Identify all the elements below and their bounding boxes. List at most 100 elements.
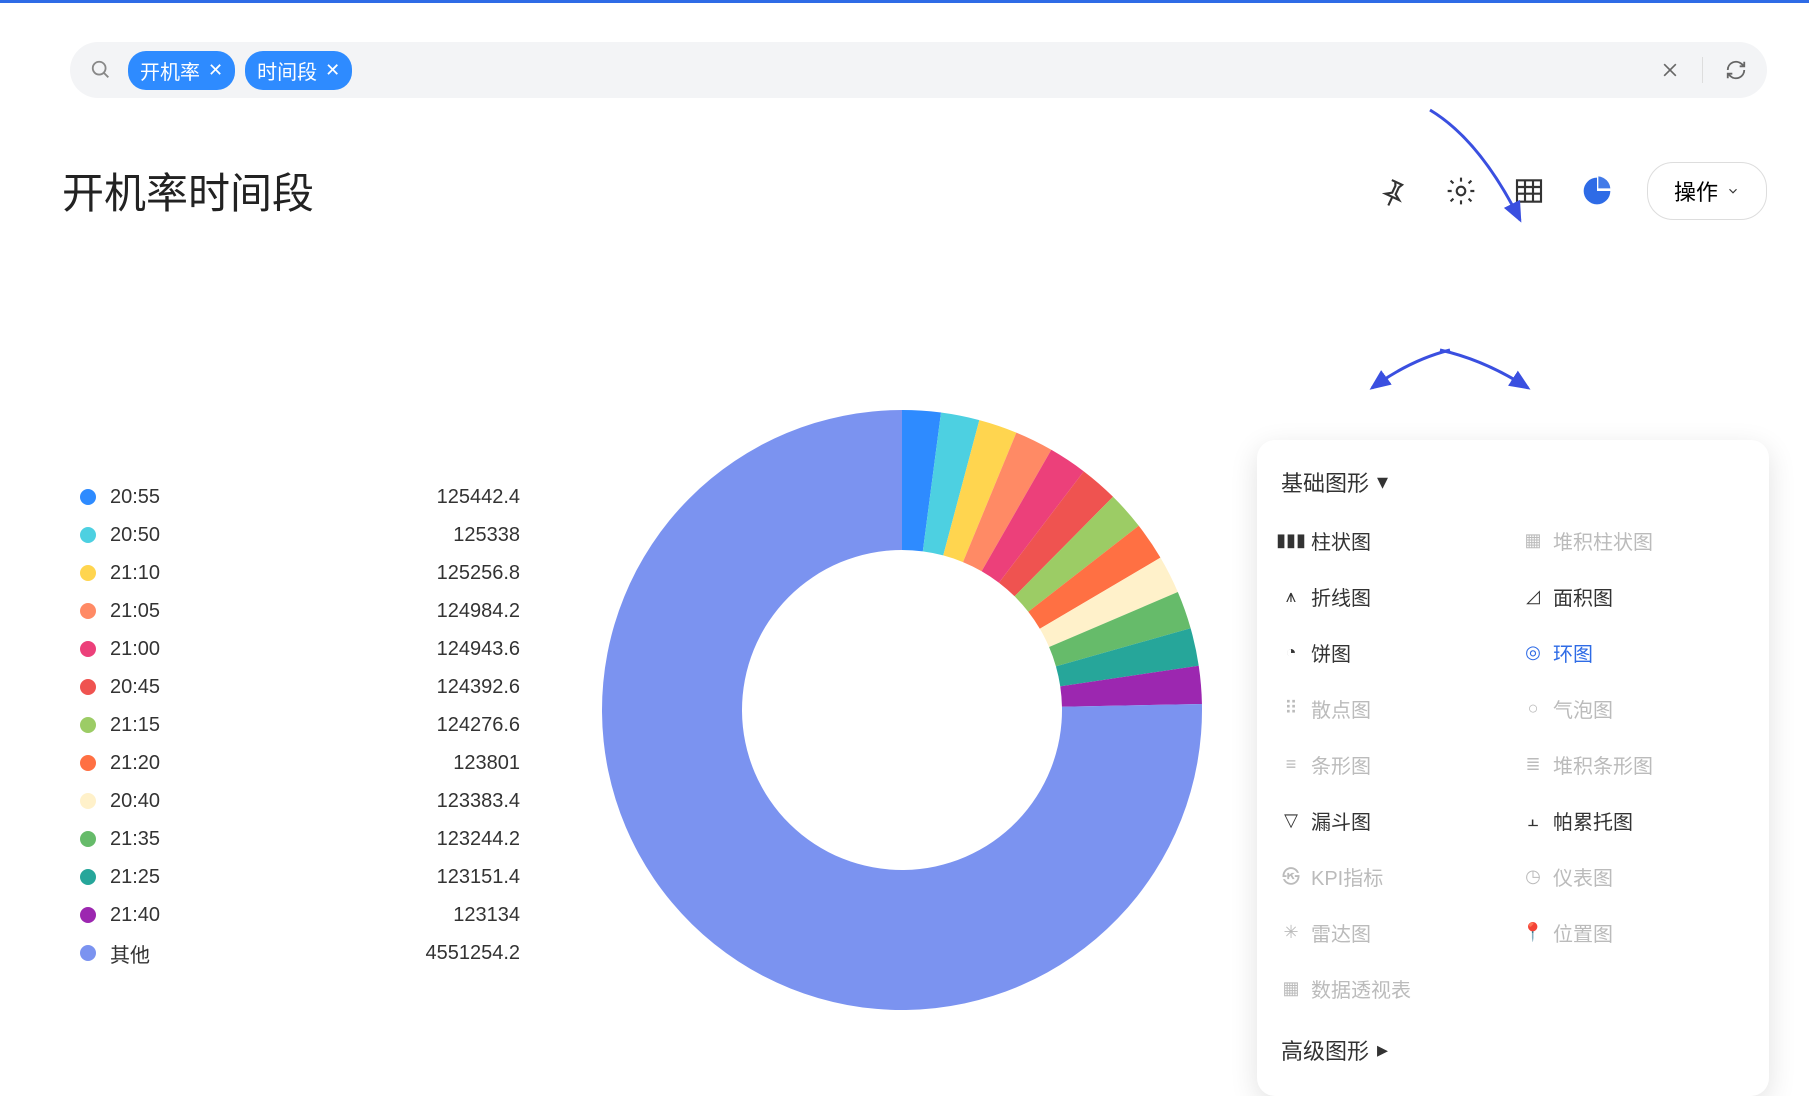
chart-option-icon: ≣	[1523, 754, 1543, 774]
chart-option-icon: ⠿	[1281, 698, 1301, 718]
chart-option-label: 雷达图	[1311, 918, 1371, 947]
legend-label: 20:45	[110, 676, 380, 699]
chart-option-icon: ▽	[1281, 810, 1301, 830]
chart-option-label: 面积图	[1553, 582, 1613, 611]
legend-row[interactable]: 21:25123151.4	[80, 858, 520, 896]
chart-option-折线图[interactable]: ⩚折线图	[1281, 568, 1503, 624]
legend-value: 124984.2	[380, 600, 520, 623]
chart-option-icon: ✳	[1281, 922, 1301, 942]
legend-swatch	[80, 641, 96, 657]
legend-row[interactable]: 20:40123383.4	[80, 782, 520, 820]
legend-row[interactable]: 20:55125442.4	[80, 478, 520, 516]
legend-swatch	[80, 489, 96, 505]
legend-value: 125338	[380, 524, 520, 547]
filter-chip-shijianduan[interactable]: 时间段 ✕	[245, 51, 352, 90]
legend-value: 4551254.2	[380, 942, 520, 965]
chip-remove-icon[interactable]: ✕	[208, 60, 223, 81]
search-icon	[90, 59, 112, 81]
legend-value: 123244.2	[380, 828, 520, 851]
chart-option-label: 条形图	[1311, 750, 1371, 779]
chart-option-label: 位置图	[1553, 918, 1613, 947]
title-row: 开机率时间段 操作	[62, 160, 1767, 221]
legend-swatch	[80, 869, 96, 885]
chart-option-数据透视表: ▦数据透视表	[1281, 960, 1503, 1016]
legend-row[interactable]: 21:10125256.8	[80, 554, 520, 592]
chevron-down-icon	[1726, 184, 1740, 198]
content-area: 20:55125442.420:5012533821:10125256.821:…	[62, 250, 1767, 1048]
legend-label: 20:55	[110, 486, 380, 509]
chart-option-柱状图[interactable]: ▮▮▮柱状图	[1281, 512, 1503, 568]
chart-option-label: 散点图	[1311, 694, 1371, 723]
legend-label: 21:40	[110, 904, 380, 927]
legend-swatch	[80, 907, 96, 923]
chart-option-帕累托图[interactable]: ⫠ 帕累托图	[1523, 792, 1745, 848]
legend-row[interactable]: 20:45124392.6	[80, 668, 520, 706]
legend-value: 125442.4	[380, 486, 520, 509]
chart-option-面积图[interactable]: ◿面积图	[1523, 568, 1745, 624]
chart-option-位置图: 📍 位置图	[1523, 904, 1745, 960]
chart-type-icon[interactable]	[1579, 173, 1615, 209]
legend-swatch	[80, 679, 96, 695]
chart-option-icon: ⫠	[1523, 810, 1543, 830]
chart-option-label: 饼图	[1311, 638, 1351, 667]
legend-row[interactable]: 21:40123134	[80, 896, 520, 934]
legend-swatch	[80, 717, 96, 733]
chip-remove-icon[interactable]: ✕	[325, 60, 340, 81]
legend-label: 21:25	[110, 866, 380, 889]
legend-value: 124276.6	[380, 714, 520, 737]
legend-label: 21:35	[110, 828, 380, 851]
chart-option-icon: ▦	[1523, 530, 1543, 550]
filter-chip-kaijilv[interactable]: 开机率 ✕	[128, 51, 235, 90]
legend-row[interactable]: 21:35123244.2	[80, 820, 520, 858]
legend-value: 123151.4	[380, 866, 520, 889]
chart-type-panel: 基础图形 ▾ ▮▮▮柱状图 ▦ 堆积柱状图 ⩚折线图 ◿面积图 ◔饼图 ◎ 环图 ⠿ 散点图 ○ 气泡…	[1257, 440, 1769, 1096]
chart-option-label: 堆积条形图	[1553, 750, 1653, 779]
panel-basic-header[interactable]: 基础图形 ▾	[1281, 466, 1745, 498]
chart-option-icon: ◎	[1523, 642, 1543, 662]
legend-swatch	[80, 603, 96, 619]
page-title: 开机率时间段	[62, 160, 314, 221]
clear-icon[interactable]	[1660, 60, 1680, 80]
panel-advanced-header[interactable]: 高级图形 ▸	[1281, 1034, 1745, 1066]
action-button[interactable]: 操作	[1647, 162, 1767, 220]
chart-option-icon: ≡	[1281, 754, 1301, 774]
legend-row[interactable]: 21:00124943.6	[80, 630, 520, 668]
legend-row[interactable]: 21:15124276.6	[80, 706, 520, 744]
chart-option-环图[interactable]: ◎ 环图	[1523, 624, 1745, 680]
chart-option-label: 数据透视表	[1311, 974, 1411, 1003]
legend-label: 21:05	[110, 600, 380, 623]
chart-option-KPI指标: ㉿KPI指标	[1281, 848, 1503, 904]
chart-option-仪表图: ◷仪表图	[1523, 848, 1745, 904]
chart-option-icon: 📍	[1523, 922, 1543, 942]
chart-option-icon: ○	[1523, 698, 1543, 718]
legend-swatch	[80, 527, 96, 543]
chart-option-label: KPI指标	[1311, 862, 1383, 891]
chart-option-雷达图: ✳ 雷达图	[1281, 904, 1503, 960]
legend-swatch	[80, 755, 96, 771]
caret-right-icon: ▸	[1377, 1037, 1388, 1063]
refresh-icon[interactable]	[1725, 59, 1747, 81]
top-accent-line	[0, 0, 1809, 3]
chart-option-堆积柱状图: ▦ 堆积柱状图	[1523, 512, 1745, 568]
chart-option-漏斗图[interactable]: ▽漏斗图	[1281, 792, 1503, 848]
chart-option-条形图: ≡ 条形图	[1281, 736, 1503, 792]
chart-option-label: 气泡图	[1553, 694, 1613, 723]
panel-basic-header-label: 基础图形	[1281, 466, 1369, 498]
pin-icon[interactable]	[1375, 173, 1411, 209]
chart-option-label: 仪表图	[1553, 862, 1613, 891]
table-icon[interactable]	[1511, 173, 1547, 209]
panel-advanced-header-label: 高级图形	[1281, 1034, 1369, 1066]
chip-label: 开机率	[140, 56, 200, 85]
legend-row[interactable]: 其他4551254.2	[80, 934, 520, 972]
chart-option-饼图[interactable]: ◔饼图	[1281, 624, 1503, 680]
search-bar[interactable]: 开机率 ✕ 时间段 ✕	[70, 42, 1767, 98]
donut-chart	[552, 360, 1252, 1060]
chart-option-label: 环图	[1553, 638, 1593, 667]
chart-option-label: 帕累托图	[1553, 806, 1633, 835]
legend-row[interactable]: 20:50125338	[80, 516, 520, 554]
legend-row[interactable]: 21:20123801	[80, 744, 520, 782]
chart-option-label: 堆积柱状图	[1553, 526, 1653, 555]
gear-icon[interactable]	[1443, 173, 1479, 209]
chart-option-堆积条形图: ≣ 堆积条形图	[1523, 736, 1745, 792]
legend-row[interactable]: 21:05124984.2	[80, 592, 520, 630]
